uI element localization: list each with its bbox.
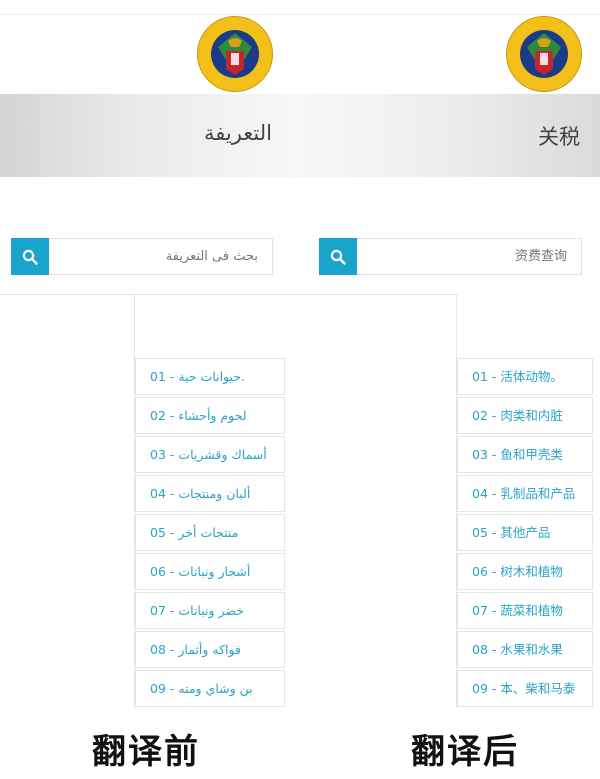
chapter-item[interactable]: 02 - 肉类和内脏: [457, 397, 593, 434]
caption-before: 翻译前: [92, 732, 200, 772]
eagle-emblem-icon[interactable]: [506, 16, 582, 92]
chapter-item[interactable]: 03 - 鱼和甲壳类: [457, 436, 593, 473]
top-divider: [0, 14, 290, 15]
search-bar: [11, 238, 273, 275]
caption-after: 翻译后: [411, 732, 519, 772]
eagle-emblem-icon[interactable]: [197, 16, 273, 92]
list-frame-top: [0, 294, 290, 295]
chapter-item[interactable]: 08 - فواكه وأثمار: [135, 631, 285, 668]
search-bar: [319, 238, 582, 275]
chapter-item[interactable]: 09 - بن وشاي ومته: [135, 670, 285, 707]
list-frame-top: [290, 294, 457, 295]
chapter-item[interactable]: 07 - 蔬菜和植物: [457, 592, 593, 629]
search-button[interactable]: [319, 238, 357, 275]
before-panel: التعريفة 01 - حيوانات حية. 02 - لحوم وأح…: [0, 0, 290, 708]
chapter-item[interactable]: 02 - لحوم وأحشاء: [135, 397, 285, 434]
chapter-list: 01 - حيوانات حية. 02 - لحوم وأحشاء 03 - …: [135, 358, 285, 708]
page-title: التعريفة: [203, 121, 272, 145]
chapter-item[interactable]: 08 - 水果和水果: [457, 631, 593, 668]
top-divider: [290, 14, 600, 15]
chapter-item[interactable]: 05 - منتجات أخر: [135, 514, 285, 551]
chapter-item[interactable]: 09 - 本、柴和马泰: [457, 670, 593, 707]
after-panel: 关税 01 - 活体动物。 02 - 肉类和内脏 03 - 鱼和甲壳类 04 -…: [290, 0, 600, 708]
chapter-item[interactable]: 06 - أشجار ونباتات: [135, 553, 285, 590]
chapter-item[interactable]: 01 - حيوانات حية.: [135, 358, 285, 395]
search-icon: [330, 249, 346, 265]
search-icon: [22, 249, 38, 265]
chapter-list: 01 - 活体动物。 02 - 肉类和内脏 03 - 鱼和甲壳类 04 - 乳制…: [457, 358, 593, 708]
chapter-item[interactable]: 01 - 活体动物。: [457, 358, 593, 395]
page-title: 关税: [538, 125, 580, 149]
search-input[interactable]: [49, 238, 273, 275]
title-band: التعريفة: [0, 94, 290, 177]
search-button[interactable]: [11, 238, 49, 275]
search-input[interactable]: [357, 238, 582, 275]
title-band: 关税: [290, 94, 600, 177]
chapter-item[interactable]: 06 - 树木和植物: [457, 553, 593, 590]
chapter-item[interactable]: 05 - 其他产品: [457, 514, 593, 551]
chapter-item[interactable]: 04 - ألبان ومنتجات: [135, 475, 285, 512]
chapter-item[interactable]: 04 - 乳制品和产品: [457, 475, 593, 512]
chapter-item[interactable]: 07 - خضر ونباتات: [135, 592, 285, 629]
chapter-item[interactable]: 03 - أسماك وقشريات: [135, 436, 285, 473]
